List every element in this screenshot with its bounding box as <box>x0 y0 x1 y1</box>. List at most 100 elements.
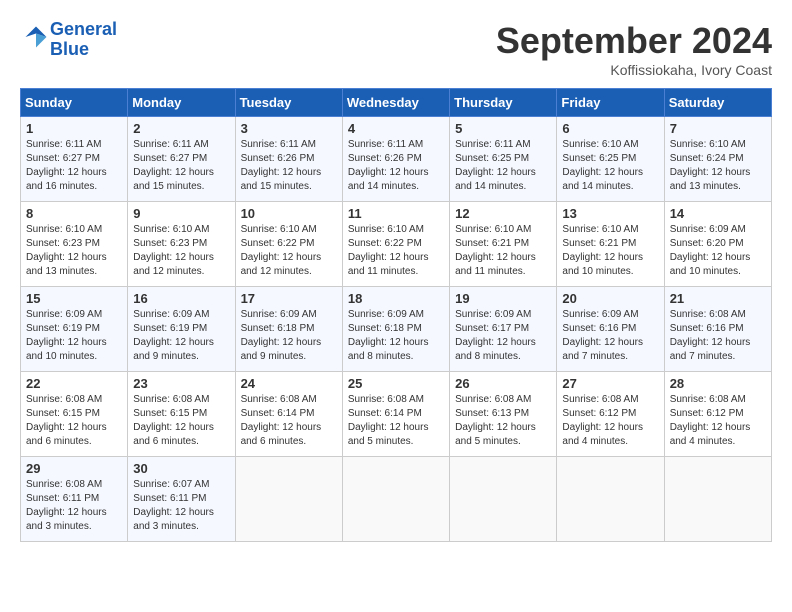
day-number: 23 <box>133 376 229 391</box>
calendar-week-4: 22 Sunrise: 6:08 AM Sunset: 6:15 PM Dayli… <box>21 372 772 457</box>
cell-content: Sunrise: 6:08 AM Sunset: 6:16 PM Dayligh… <box>670 308 766 364</box>
cell-content: Sunrise: 6:11 AM Sunset: 6:26 PM Dayligh… <box>241 138 337 194</box>
calendar-cell: 5 Sunrise: 6:11 AM Sunset: 6:25 PM Daylig… <box>450 117 557 202</box>
calendar-cell: 3 Sunrise: 6:11 AM Sunset: 6:26 PM Daylig… <box>235 117 342 202</box>
calendar-cell: 1 Sunrise: 6:11 AM Sunset: 6:27 PM Daylig… <box>21 117 128 202</box>
weekday-header-tuesday: Tuesday <box>235 89 342 117</box>
cell-content: Sunrise: 6:09 AM Sunset: 6:16 PM Dayligh… <box>562 308 658 364</box>
cell-content: Sunrise: 6:09 AM Sunset: 6:18 PM Dayligh… <box>348 308 444 364</box>
cell-content: Sunrise: 6:10 AM Sunset: 6:21 PM Dayligh… <box>562 223 658 279</box>
calendar-cell: 7 Sunrise: 6:10 AM Sunset: 6:24 PM Daylig… <box>664 117 771 202</box>
calendar-cell <box>557 457 664 542</box>
cell-content: Sunrise: 6:09 AM Sunset: 6:19 PM Dayligh… <box>26 308 122 364</box>
calendar-cell: 28Sunrise: 6:08 AM Sunset: 6:12 PM Dayli… <box>664 372 771 457</box>
logo-blue: Blue <box>50 40 117 60</box>
day-number: 10 <box>241 206 337 221</box>
calendar-cell: 10 Sunrise: 6:10 AM Sunset: 6:22 PM Dayli… <box>235 202 342 287</box>
calendar-cell: 21 Sunrise: 6:08 AM Sunset: 6:16 PM Dayli… <box>664 287 771 372</box>
cell-content: Sunrise: 6:08 AM Sunset: 6:15 PM Dayligh… <box>26 393 122 449</box>
day-number: 7 <box>670 121 766 136</box>
day-number: 27 <box>562 376 658 391</box>
calendar-week-1: 1 Sunrise: 6:11 AM Sunset: 6:27 PM Daylig… <box>21 117 772 202</box>
calendar-week-3: 15Sunrise: 6:09 AM Sunset: 6:19 PM Dayli… <box>21 287 772 372</box>
day-number: 19 <box>455 291 551 306</box>
calendar-cell: 13 Sunrise: 6:10 AM Sunset: 6:21 PM Dayli… <box>557 202 664 287</box>
calendar-cell: 6Sunrise: 6:10 AM Sunset: 6:25 PM Daylig… <box>557 117 664 202</box>
calendar-cell: 16Sunrise: 6:09 AM Sunset: 6:19 PM Dayli… <box>128 287 235 372</box>
calendar-table: SundayMondayTuesdayWednesdayThursdayFrid… <box>20 88 772 542</box>
cell-content: Sunrise: 6:11 AM Sunset: 6:27 PM Dayligh… <box>133 138 229 194</box>
calendar-cell: 8 Sunrise: 6:10 AM Sunset: 6:23 PM Daylig… <box>21 202 128 287</box>
logo-icon <box>22 23 50 51</box>
day-number: 2 <box>133 121 229 136</box>
calendar-cell: 9 Sunrise: 6:10 AM Sunset: 6:23 PM Daylig… <box>128 202 235 287</box>
logo-general: General <box>50 19 117 39</box>
weekday-header-saturday: Saturday <box>664 89 771 117</box>
calendar-cell: 15Sunrise: 6:09 AM Sunset: 6:19 PM Dayli… <box>21 287 128 372</box>
calendar-cell: 26Sunrise: 6:08 AM Sunset: 6:13 PM Dayli… <box>450 372 557 457</box>
weekday-header-row: SundayMondayTuesdayWednesdayThursdayFrid… <box>21 89 772 117</box>
day-number: 13 <box>562 206 658 221</box>
calendar-cell: 4Sunrise: 6:11 AM Sunset: 6:26 PM Daylig… <box>342 117 449 202</box>
calendar-cell: 22 Sunrise: 6:08 AM Sunset: 6:15 PM Dayli… <box>21 372 128 457</box>
day-number: 3 <box>241 121 337 136</box>
cell-content: Sunrise: 6:08 AM Sunset: 6:13 PM Dayligh… <box>455 393 551 449</box>
calendar-cell: 14Sunrise: 6:09 AM Sunset: 6:20 PM Dayli… <box>664 202 771 287</box>
day-number: 30 <box>133 461 229 476</box>
month-title: September 2024 <box>496 20 772 62</box>
cell-content: Sunrise: 6:08 AM Sunset: 6:14 PM Dayligh… <box>241 393 337 449</box>
calendar-cell <box>664 457 771 542</box>
cell-content: Sunrise: 6:08 AM Sunset: 6:12 PM Dayligh… <box>562 393 658 449</box>
weekday-header-wednesday: Wednesday <box>342 89 449 117</box>
calendar-cell: 12 Sunrise: 6:10 AM Sunset: 6:21 PM Dayli… <box>450 202 557 287</box>
day-number: 12 <box>455 206 551 221</box>
day-number: 29 <box>26 461 122 476</box>
calendar-cell <box>450 457 557 542</box>
cell-content: Sunrise: 6:11 AM Sunset: 6:27 PM Dayligh… <box>26 138 122 194</box>
cell-content: Sunrise: 6:10 AM Sunset: 6:23 PM Dayligh… <box>133 223 229 279</box>
day-number: 22 <box>26 376 122 391</box>
weekday-header-friday: Friday <box>557 89 664 117</box>
page-header: General Blue September 2024 Koffissiokah… <box>20 20 772 78</box>
calendar-cell: 27 Sunrise: 6:08 AM Sunset: 6:12 PM Dayli… <box>557 372 664 457</box>
day-number: 21 <box>670 291 766 306</box>
cell-content: Sunrise: 6:10 AM Sunset: 6:21 PM Dayligh… <box>455 223 551 279</box>
calendar-cell: 29 Sunrise: 6:08 AM Sunset: 6:11 PM Dayli… <box>21 457 128 542</box>
cell-content: Sunrise: 6:10 AM Sunset: 6:23 PM Dayligh… <box>26 223 122 279</box>
calendar-cell: 18 Sunrise: 6:09 AM Sunset: 6:18 PM Dayli… <box>342 287 449 372</box>
weekday-header-sunday: Sunday <box>21 89 128 117</box>
cell-content: Sunrise: 6:10 AM Sunset: 6:22 PM Dayligh… <box>348 223 444 279</box>
calendar-cell: 11 Sunrise: 6:10 AM Sunset: 6:22 PM Dayli… <box>342 202 449 287</box>
cell-content: Sunrise: 6:07 AM Sunset: 6:11 PM Dayligh… <box>133 478 229 534</box>
calendar-week-5: 29 Sunrise: 6:08 AM Sunset: 6:11 PM Dayli… <box>21 457 772 542</box>
day-number: 9 <box>133 206 229 221</box>
cell-content: Sunrise: 6:09 AM Sunset: 6:19 PM Dayligh… <box>133 308 229 364</box>
day-number: 17 <box>241 291 337 306</box>
cell-content: Sunrise: 6:11 AM Sunset: 6:26 PM Dayligh… <box>348 138 444 194</box>
day-number: 14 <box>670 206 766 221</box>
cell-content: Sunrise: 6:09 AM Sunset: 6:17 PM Dayligh… <box>455 308 551 364</box>
cell-content: Sunrise: 6:10 AM Sunset: 6:24 PM Dayligh… <box>670 138 766 194</box>
calendar-week-2: 8 Sunrise: 6:10 AM Sunset: 6:23 PM Daylig… <box>21 202 772 287</box>
calendar-cell: 2 Sunrise: 6:11 AM Sunset: 6:27 PM Daylig… <box>128 117 235 202</box>
calendar-cell: 17Sunrise: 6:09 AM Sunset: 6:18 PM Dayli… <box>235 287 342 372</box>
calendar-cell <box>342 457 449 542</box>
calendar-cell: 25Sunrise: 6:08 AM Sunset: 6:14 PM Dayli… <box>342 372 449 457</box>
day-number: 24 <box>241 376 337 391</box>
calendar-cell: 30 Sunrise: 6:07 AM Sunset: 6:11 PM Dayli… <box>128 457 235 542</box>
calendar-cell: 23Sunrise: 6:08 AM Sunset: 6:15 PM Dayli… <box>128 372 235 457</box>
day-number: 18 <box>348 291 444 306</box>
day-number: 8 <box>26 206 122 221</box>
calendar-cell: 19 Sunrise: 6:09 AM Sunset: 6:17 PM Dayli… <box>450 287 557 372</box>
day-number: 11 <box>348 206 444 221</box>
calendar-cell: 24 Sunrise: 6:08 AM Sunset: 6:14 PM Dayli… <box>235 372 342 457</box>
weekday-header-thursday: Thursday <box>450 89 557 117</box>
calendar-cell: 20Sunrise: 6:09 AM Sunset: 6:16 PM Dayli… <box>557 287 664 372</box>
cell-content: Sunrise: 6:08 AM Sunset: 6:12 PM Dayligh… <box>670 393 766 449</box>
cell-content: Sunrise: 6:08 AM Sunset: 6:11 PM Dayligh… <box>26 478 122 534</box>
day-number: 1 <box>26 121 122 136</box>
day-number: 5 <box>455 121 551 136</box>
logo: General Blue <box>20 20 117 60</box>
cell-content: Sunrise: 6:10 AM Sunset: 6:22 PM Dayligh… <box>241 223 337 279</box>
cell-content: Sunrise: 6:11 AM Sunset: 6:25 PM Dayligh… <box>455 138 551 194</box>
